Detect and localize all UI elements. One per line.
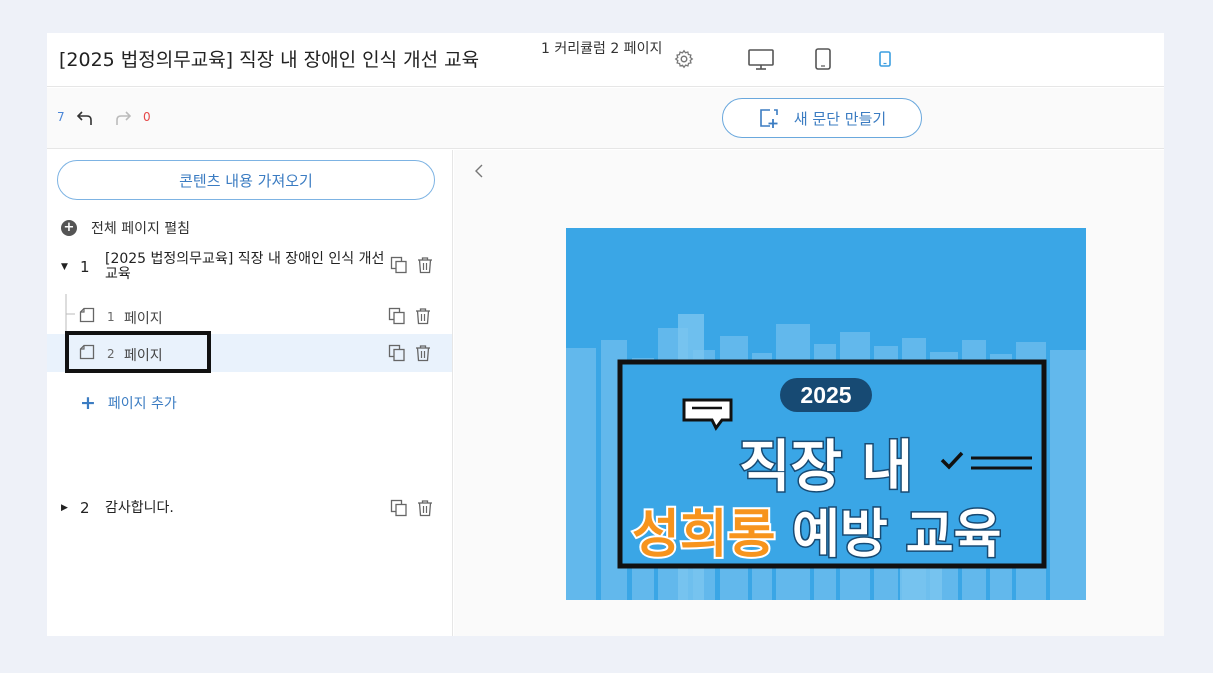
gear-icon[interactable] xyxy=(673,48,695,70)
slide-line2: 예방 교육 xyxy=(792,505,1001,565)
copy-icon[interactable] xyxy=(388,344,406,362)
copy-icon[interactable] xyxy=(390,256,408,274)
desktop-icon[interactable] xyxy=(747,45,775,73)
header: [2025 법정의무교육] 직장 내 장애인 인식 개선 교육 1 커리큘럼 2… xyxy=(47,33,1164,87)
page-label: 페이지 xyxy=(124,311,163,327)
curriculum-info: 1 커리큘럼 2 페이지 xyxy=(541,41,663,57)
section-title: 감사합니다. xyxy=(105,500,174,516)
expand-all-label: 전체 페이지 펼침 xyxy=(91,221,191,237)
add-page-button[interactable]: + 페이지 추가 xyxy=(80,393,177,413)
tree-section-1[interactable]: ▼ 1 [2025 법정의무교육] 직장 내 장애인 인식 개선 교육 xyxy=(47,246,452,290)
slide-thumbnail[interactable]: 2025 직장 내 성희롱 예방 교육 xyxy=(566,228,1086,600)
new-paragraph-button[interactable]: 새 문단 만들기 xyxy=(722,98,922,138)
undo-icon[interactable] xyxy=(75,108,95,128)
trash-icon[interactable] xyxy=(414,344,432,362)
page-number: 1 xyxy=(107,310,115,324)
tablet-icon[interactable] xyxy=(811,45,835,73)
copy-icon[interactable] xyxy=(388,307,406,325)
copy-icon[interactable] xyxy=(390,499,408,517)
plus-circle-icon: + xyxy=(61,220,77,236)
caret-right-icon[interactable]: ▶ xyxy=(61,503,68,513)
new-paragraph-icon xyxy=(760,109,778,128)
slide-year: 2025 xyxy=(800,382,851,408)
slide-line1: 직장 내 xyxy=(739,435,913,500)
redo-count: 0 xyxy=(143,110,151,124)
page-icon xyxy=(79,307,95,323)
slide-highlight: 성희롱 xyxy=(632,505,776,565)
course-title: [2025 법정의무교육] 직장 내 장애인 인식 개선 교육 xyxy=(59,49,480,71)
import-content-button[interactable]: 콘텐츠 내용 가져오기 xyxy=(57,160,435,200)
section-number: 2 xyxy=(80,499,90,517)
redo-icon[interactable] xyxy=(113,108,133,128)
caret-down-icon[interactable]: ▼ xyxy=(61,262,68,272)
trash-icon[interactable] xyxy=(416,256,434,274)
plus-icon: + xyxy=(80,392,96,414)
new-paragraph-label: 새 문단 만들기 xyxy=(793,109,887,128)
section-number: 1 xyxy=(80,258,90,276)
undo-count: 7 xyxy=(57,110,65,124)
toolbar: 7 0 새 문단 만들기 xyxy=(47,88,1164,149)
trash-icon[interactable] xyxy=(416,499,434,517)
tree-page-1[interactable]: 1 페이지 xyxy=(47,298,452,334)
mobile-icon[interactable] xyxy=(873,45,897,73)
tree-section-2[interactable]: ▶ 2 감사합니다. xyxy=(47,490,452,526)
section-title: [2025 법정의무교육] 직장 내 장애인 인식 개선 교육 xyxy=(105,251,385,282)
expand-all-toggle[interactable]: + 전체 페이지 펼침 xyxy=(61,218,190,238)
trash-icon[interactable] xyxy=(414,307,432,325)
page-tree-panel: 콘텐츠 내용 가져오기 + 전체 페이지 펼침 ▼ 1 [2025 법정의무교육… xyxy=(47,150,453,636)
annotation-highlight-box xyxy=(65,331,211,373)
chevron-left-icon[interactable] xyxy=(472,162,486,180)
add-page-label: 페이지 추가 xyxy=(107,396,177,412)
